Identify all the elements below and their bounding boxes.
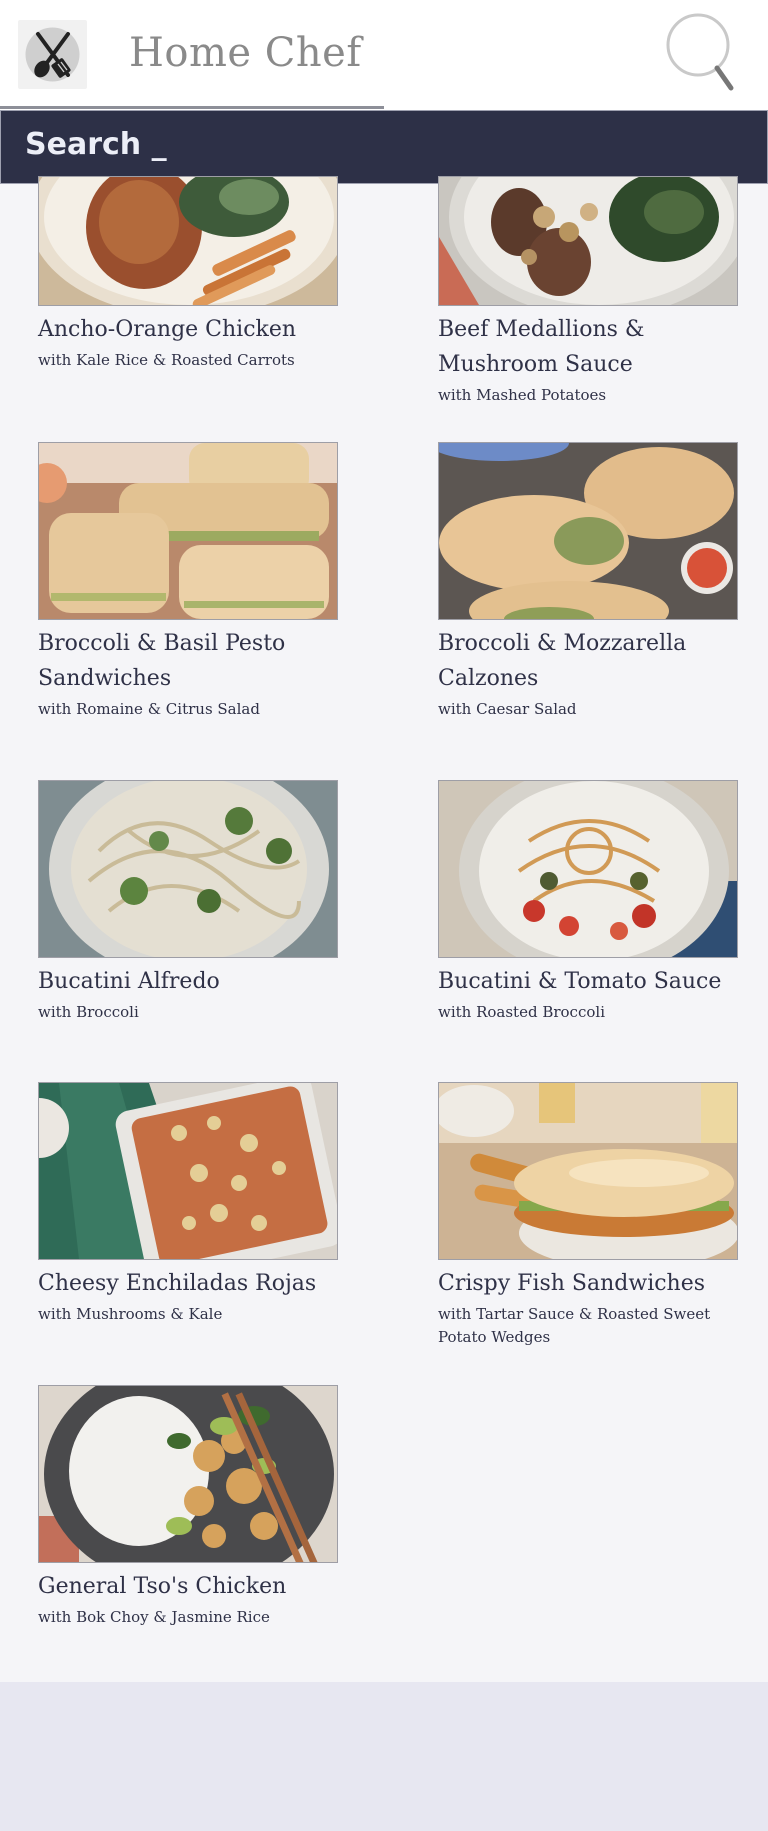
meal-card-fish-sandwiches[interactable]: Crispy Fish Sandwiches with Tartar Sauce… — [438, 1082, 738, 1349]
search-bar[interactable]: Search _ — [0, 110, 768, 184]
meal-image — [438, 176, 738, 306]
meal-image — [38, 442, 338, 620]
meal-card-ancho-orange-chicken[interactable]: Ancho-Orange Chicken with Kale Rice & Ro… — [38, 176, 338, 372]
meal-name: Beef Medallions & Mushroom Sauce — [438, 317, 645, 377]
meal-subtitle: with Mushrooms & Kale — [38, 1305, 223, 1323]
meal-subtitle: with Bok Choy & Jasmine Rice — [38, 1608, 270, 1626]
meal-subtitle: with Kale Rice & Roasted Carrots — [38, 351, 295, 369]
meal-card-calzones[interactable]: Broccoli & Mozzarella Calzones with Caes… — [438, 442, 738, 721]
meal-name: Broccoli & Basil Pesto Sandwiches — [38, 631, 286, 691]
meal-subtitle: with Tartar Sauce & Roasted Sweet Potato… — [438, 1305, 711, 1346]
meal-name: General Tso's Chicken — [38, 1574, 287, 1599]
meal-card-bucatini-tomato[interactable]: Bucatini & Tomato Sauce with Roasted Bro… — [438, 780, 738, 1024]
meal-name: Bucatini Alfredo — [38, 969, 220, 994]
meal-name: Broccoli & Mozzarella Calzones — [438, 631, 687, 691]
title-underline — [0, 106, 384, 109]
meal-subtitle: with Roasted Broccoli — [438, 1003, 605, 1021]
app-header: Home Chef — [0, 0, 768, 110]
meal-subtitle: with Caesar Salad — [438, 700, 577, 718]
meal-card-enchiladas[interactable]: Cheesy Enchiladas Rojas with Mushrooms &… — [38, 1082, 338, 1326]
meal-subtitle: with Mashed Potatoes — [438, 386, 607, 404]
meal-subtitle: with Romaine & Citrus Salad — [38, 700, 260, 718]
meal-image — [38, 780, 338, 958]
meal-card-pesto-sandwiches[interactable]: Broccoli & Basil Pesto Sandwiches with R… — [38, 442, 338, 721]
meal-subtitle: with Broccoli — [38, 1003, 139, 1021]
meal-grid: Ancho-Orange Chicken with Kale Rice & Ro… — [0, 176, 768, 1682]
search-label: Search _ — [25, 127, 167, 162]
meal-image — [38, 1082, 338, 1260]
search-button[interactable] — [662, 10, 742, 95]
magnifier-icon — [666, 13, 734, 91]
meal-image — [38, 176, 338, 306]
meal-image — [438, 780, 738, 958]
meal-card-general-tso[interactable]: General Tso's Chicken with Bok Choy & Ja… — [38, 1385, 338, 1629]
meal-card-bucatini-alfredo[interactable]: Bucatini Alfredo with Broccoli — [38, 780, 338, 1024]
meal-name: Bucatini & Tomato Sauce — [438, 969, 722, 994]
app-title: Home Chef — [129, 30, 362, 76]
meal-name: Cheesy Enchiladas Rojas — [38, 1271, 317, 1296]
meal-image — [438, 1082, 738, 1260]
meal-image — [438, 442, 738, 620]
meal-name: Crispy Fish Sandwiches — [438, 1271, 706, 1296]
meal-name: Ancho-Orange Chicken — [38, 317, 297, 342]
utensils-logo-icon — [18, 20, 87, 89]
meal-card-beef-medallions[interactable]: Beef Medallions & Mushroom Sauce with Ma… — [438, 176, 738, 407]
meal-image — [38, 1385, 338, 1563]
